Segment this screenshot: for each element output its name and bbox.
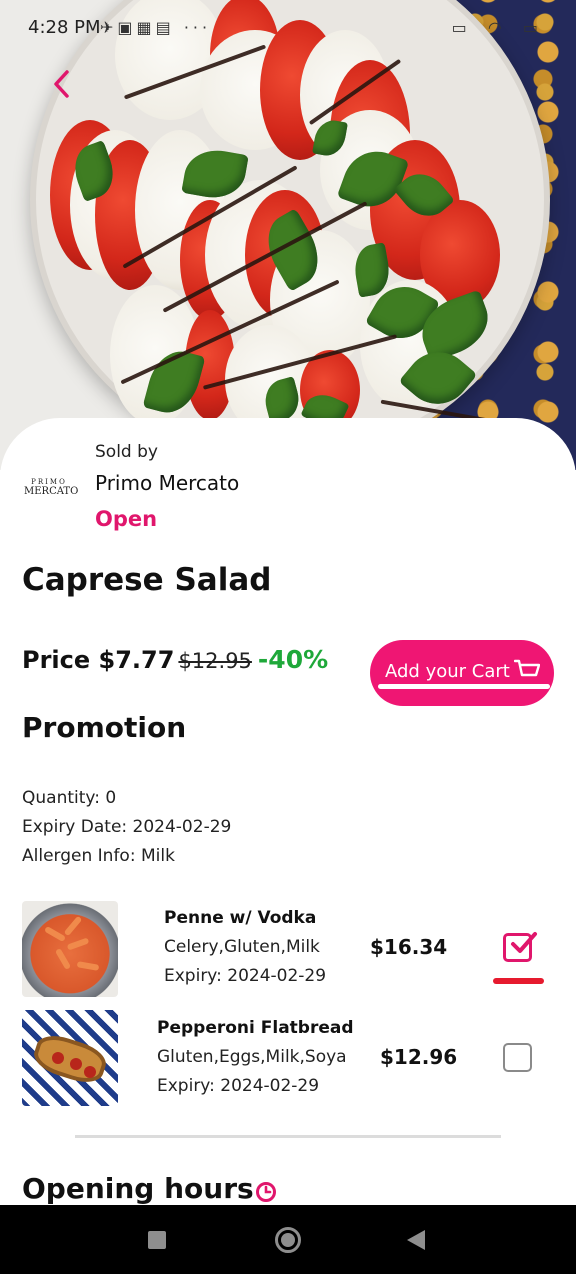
item-allergens: Gluten,Eggs,Milk,Soya — [157, 1047, 347, 1067]
add-to-cart-label: Add your Cart — [385, 661, 510, 682]
allergen-info: Allergen Info: Milk — [22, 846, 175, 866]
logo-text: PRIMO — [31, 478, 67, 486]
promotion-heading: Promotion — [22, 711, 187, 744]
highlight-underline — [493, 978, 544, 984]
original-price: $12.95 — [178, 649, 252, 673]
opening-hours-heading: Opening hours — [22, 1172, 254, 1205]
item-price: $16.34 — [370, 935, 448, 959]
discount-badge: -40% — [257, 645, 329, 674]
current-price: Price $7.77 — [22, 646, 175, 674]
clock-icon[interactable] — [255, 1181, 277, 1203]
quantity-info: Quantity: 0 — [22, 788, 117, 808]
logo-text: MERCATO — [24, 486, 79, 497]
chevron-left-icon — [54, 70, 69, 98]
notification-icons: ✈▣▦▤ ··· — [100, 18, 212, 37]
item-name: Pepperoni Flatbread — [157, 1018, 354, 1038]
status-time: 4:28 PM — [28, 17, 101, 38]
penne-image — [22, 901, 118, 997]
system-icons: ▭ ◠ ▭ — [451, 18, 546, 37]
product-hero-image — [0, 0, 576, 470]
recent-apps-icon[interactable] — [148, 1231, 166, 1249]
system-navigation-bar — [0, 1205, 576, 1274]
status-bar: 4:28 PM ✈▣▦▤ ··· ▭ ◠ ▭ — [0, 0, 576, 60]
item-checkbox-unchecked[interactable] — [503, 1043, 532, 1072]
highlight-underline — [378, 684, 550, 689]
item-checkbox-checked[interactable] — [503, 932, 537, 962]
seller-logo: PRIMO MERCATO — [24, 478, 79, 508]
sold-by-label: Sold by — [95, 442, 158, 462]
add-to-cart-button[interactable]: Add your Cart — [370, 640, 554, 706]
home-icon[interactable] — [275, 1227, 301, 1253]
item-name: Penne w/ Vodka — [164, 908, 317, 928]
back-button[interactable] — [50, 66, 80, 106]
store-open-status: Open — [95, 507, 158, 531]
item-allergens: Celery,Gluten,Milk — [164, 937, 320, 957]
product-title: Caprese Salad — [22, 562, 272, 598]
section-divider — [75, 1135, 501, 1138]
cart-icon — [514, 659, 540, 677]
expiry-info: Expiry Date: 2024-02-29 — [22, 817, 232, 837]
item-expiry: Expiry: 2024-02-29 — [164, 966, 327, 986]
flatbread-image — [22, 1010, 118, 1106]
price-row: Price $7.77 $12.95 -40% — [22, 645, 328, 674]
back-triangle-icon[interactable] — [407, 1230, 425, 1250]
item-expiry: Expiry: 2024-02-29 — [157, 1076, 320, 1096]
seller-name: Primo Mercato — [95, 471, 240, 495]
item-price: $12.96 — [380, 1045, 458, 1069]
checkmark-icon — [511, 932, 537, 953]
